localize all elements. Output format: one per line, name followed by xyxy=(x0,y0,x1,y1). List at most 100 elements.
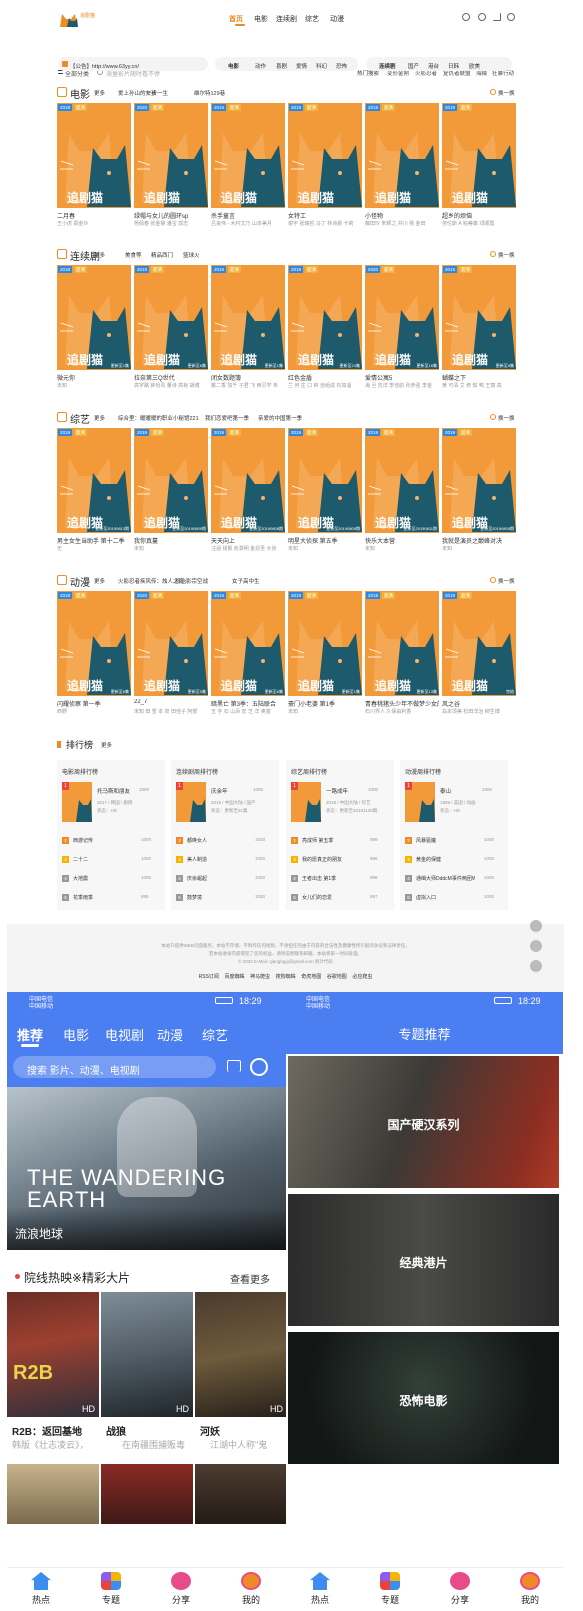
section-tag-link[interactable]: 女子高中生 xyxy=(232,577,260,585)
media-card[interactable]: 2019 超清 追剧猫 更新至20190813期 xyxy=(57,428,131,533)
ranking-top-poster[interactable]: 1 xyxy=(62,782,92,822)
media-card[interactable]: 2019 超清 追剧猫 更新至13集 xyxy=(365,591,439,696)
movie-poster[interactable] xyxy=(101,1464,193,1524)
section-tag-link[interactable]: 维尔特129巷 xyxy=(194,89,225,97)
section-tag-link[interactable]: 综合里：暖暖暖的职业小秘馆221 xyxy=(118,414,199,422)
ranking-row[interactable]: 2 都唤女人 xyxy=(176,837,246,845)
movie-title[interactable]: 河妖 xyxy=(200,1423,220,1438)
media-card[interactable]: 2019 超清 追剧猫 更新至6集 xyxy=(134,265,208,370)
bottom-nav-topic[interactable]: 专题 xyxy=(370,1572,410,1606)
genre-link[interactable]: 恐怖 xyxy=(336,62,347,70)
bottom-nav-hot[interactable]: 热点 xyxy=(300,1572,340,1606)
ranking-row[interactable]: 4 王者出击 第1季 xyxy=(291,875,361,883)
topic-card[interactable]: 恐怖电影 xyxy=(288,1332,559,1464)
genre-link[interactable]: 动作 xyxy=(255,62,266,70)
search-input[interactable]: 搜索 影片、动漫、电视剧 xyxy=(27,1062,140,1077)
tv-region-label[interactable]: 连续剧 xyxy=(379,62,396,70)
media-card[interactable]: 2019 超清 追剧猫 更新至5集 xyxy=(442,265,516,370)
region-link[interactable]: 国产 xyxy=(408,62,419,70)
media-card[interactable]: 2019 超清 追剧猫 更新至20190809期 xyxy=(134,428,208,533)
nav-movie[interactable]: 电影 xyxy=(254,14,268,24)
ranking-row[interactable]: 3 我的愿真正的朋友 xyxy=(291,856,361,864)
nav-home[interactable]: 首页 xyxy=(229,14,243,24)
refresh-icon[interactable] xyxy=(490,89,496,95)
media-card[interactable]: 2020 超清 追剧猫 xyxy=(134,103,208,208)
genre-link[interactable]: 爱情 xyxy=(296,62,307,70)
tab-anime[interactable]: 动漫 xyxy=(157,1025,183,1044)
media-title[interactable]: 22_7 xyxy=(134,699,208,705)
ranking-top-title[interactable]: 庆余年 xyxy=(211,787,228,795)
media-title[interactable]: 豪门小老婆 第1季 xyxy=(288,699,362,708)
media-card[interactable]: 2019 超清 追剧猫 xyxy=(57,103,131,208)
media-title[interactable]: 闪耀侦察 第一季 xyxy=(57,699,131,708)
region-link[interactable]: 港台 xyxy=(428,62,439,70)
tab-recommend[interactable]: 推荐 xyxy=(17,1025,43,1044)
refresh-icon[interactable] xyxy=(490,577,496,583)
media-card[interactable]: 2019 超清 追剧猫 更新至20190811期 xyxy=(365,428,439,533)
ranking-head[interactable]: 连续剧周排行榜 xyxy=(176,767,218,776)
media-card[interactable]: 2019 超清 追剧猫 更新至24集 xyxy=(288,265,362,370)
media-card[interactable]: 2020 超清 追剧猫 更新至5集 xyxy=(134,591,208,696)
ranking-row[interactable]: 2 亮成师 第五季 xyxy=(291,837,361,845)
movie-poster[interactable]: HD xyxy=(195,1292,286,1417)
media-title[interactable]: 我你真蔓 xyxy=(134,536,208,545)
nav-anime[interactable]: 动漫 xyxy=(330,14,344,24)
media-card[interactable]: 2019 超清 追剧猫 更新至20190809期 xyxy=(442,428,516,533)
history-icon[interactable] xyxy=(462,13,470,21)
movie-poster[interactable]: R2B HD xyxy=(7,1292,99,1417)
media-title[interactable]: 蝴蝶之下 xyxy=(442,373,516,382)
media-title[interactable]: 青春桃猪头少年不做梦少女的梦 xyxy=(365,699,439,708)
section-more-link[interactable]: 更多 xyxy=(94,251,105,259)
media-card[interactable]: 2019 超清 追剧猫 更新至6集 xyxy=(57,591,131,696)
media-title[interactable]: 风之谷 xyxy=(442,699,516,708)
section-tag-link[interactable]: 一步一生 xyxy=(146,89,168,97)
ranking-row[interactable]: 2 风暴驱魔 xyxy=(405,837,475,845)
switch-link[interactable]: 换一换 xyxy=(498,414,515,422)
tab-variety[interactable]: 综艺 xyxy=(202,1025,228,1044)
ranking-head[interactable]: 动漫周排行榜 xyxy=(405,767,441,776)
media-title[interactable]: 绿帽与女儿的圆环sp xyxy=(134,211,208,220)
bottom-nav-hot[interactable]: 热点 xyxy=(21,1572,61,1606)
section-tag-link[interactable]: 叔治影宗空战 xyxy=(175,577,208,585)
section-more-link[interactable]: 更多 xyxy=(94,577,105,585)
media-title[interactable]: 我就是演员之巅峰对决 xyxy=(442,536,516,545)
media-title[interactable]: 女特工 xyxy=(288,211,362,220)
ranking-top-title[interactable]: 托马斯和朋友 xyxy=(97,787,130,795)
media-card[interactable]: 2019 超清 追剧猫 更新至1集 xyxy=(57,265,131,370)
media-title[interactable]: 男主女生当助手 第十二季 xyxy=(57,536,131,545)
genre-link[interactable]: 喜剧 xyxy=(276,62,287,70)
ranking-top-title[interactable]: 泰山 xyxy=(440,787,451,795)
footer-link[interactable]: 谷歌地图 xyxy=(327,974,347,980)
ranking-head[interactable]: 电影周排行榜 xyxy=(62,767,98,776)
region-link[interactable]: 日韩 xyxy=(448,62,459,70)
media-title[interactable]: 天天向上 xyxy=(211,536,285,545)
section-more-link[interactable]: 更多 xyxy=(94,89,105,97)
history-icon[interactable] xyxy=(250,1058,268,1076)
refresh-icon[interactable] xyxy=(490,251,496,257)
movie-poster[interactable]: HD xyxy=(101,1292,193,1417)
ranking-row[interactable]: 5 鼓梦境 xyxy=(176,894,246,902)
ranking-row[interactable]: 5 女儿们的恋爱 xyxy=(291,894,361,902)
ranking-row[interactable]: 3 黄金的保健 xyxy=(405,856,475,864)
footer-link[interactable]: 百度蜘蛛 xyxy=(224,974,244,980)
notice-text[interactable]: 【公告】http://www.63yy.cn/ xyxy=(70,62,139,70)
theme-toggle-icon[interactable] xyxy=(530,920,542,932)
ranking-top-poster[interactable]: 1 xyxy=(176,782,206,822)
footer-link[interactable]: 必应爬虫 xyxy=(352,974,372,980)
bottom-nav-mine[interactable]: 我的 xyxy=(231,1572,271,1606)
refresh-icon[interactable] xyxy=(490,414,496,420)
media-card[interactable]: 2019 超清 追剧猫 更新至1集 xyxy=(288,591,362,696)
nav-tv[interactable]: 连续剧 xyxy=(276,14,297,24)
back-to-top-icon[interactable] xyxy=(530,960,542,972)
movie-title[interactable]: R2B：返回基地 xyxy=(12,1423,82,1438)
media-title[interactable]: 爱情公寓5 xyxy=(365,373,439,382)
ranking-row[interactable]: 5 虚拟入口 xyxy=(405,894,475,902)
media-title[interactable]: 快乐大本营 xyxy=(365,536,439,545)
ranking-top-poster[interactable]: 1 xyxy=(405,782,435,822)
bottom-nav-topic[interactable]: 专题 xyxy=(91,1572,131,1606)
media-title[interactable]: 暗黑亡 第3季：五陆联合 xyxy=(211,699,285,708)
media-card[interactable]: 2019 超清 追剧猫 更新至20190809期 xyxy=(288,428,362,533)
rankings-more-link[interactable]: 更多 xyxy=(101,741,112,749)
view-more-link[interactable]: 查看更多 xyxy=(230,1271,270,1286)
footer-link[interactable]: 神马爬虫 xyxy=(250,974,270,980)
